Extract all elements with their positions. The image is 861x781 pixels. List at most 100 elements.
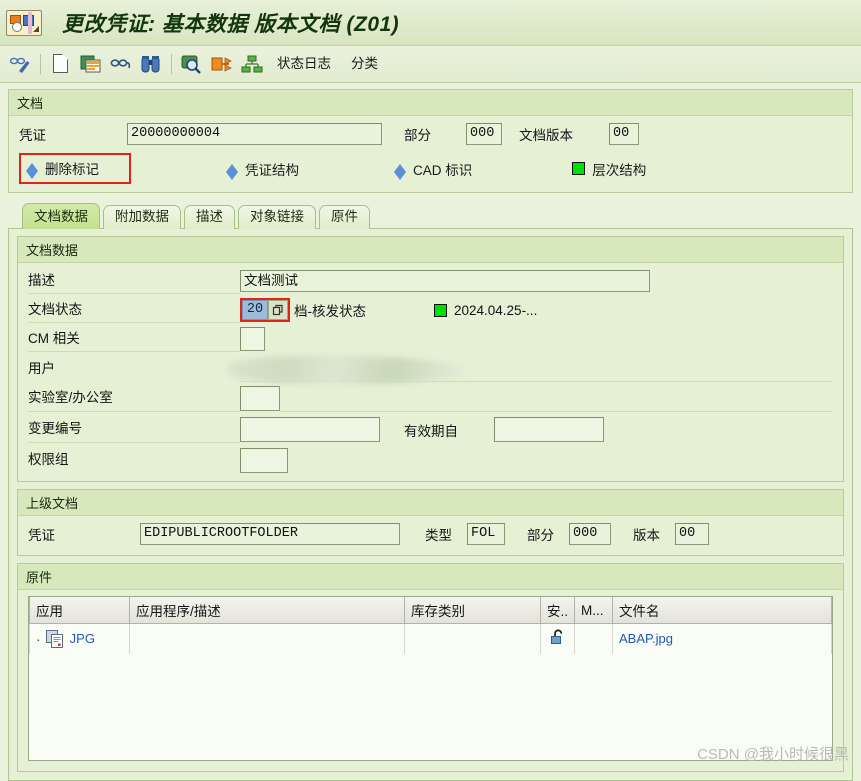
cm-relevant-checkbox[interactable] xyxy=(240,327,265,351)
hierarchy-icon[interactable] xyxy=(238,50,266,78)
parent-version-label: 版本 xyxy=(633,528,660,543)
cell-app-description[interactable] xyxy=(129,623,405,654)
parent-document-header: 上级文档 xyxy=(18,490,843,516)
cell-mode[interactable] xyxy=(574,623,614,654)
file-name-link[interactable]: ABAP.jpg xyxy=(619,631,673,646)
classification-button[interactable]: 分类 xyxy=(342,51,387,77)
status-log-button[interactable]: 状态日志 xyxy=(268,51,340,77)
document-structure-button[interactable]: 凭证结构 xyxy=(226,159,299,180)
part-label: 部分 xyxy=(404,128,431,143)
document-section: 文档 凭证 20000000004 部分 000 文档版本 00 删除标记 凭证… xyxy=(8,89,853,193)
column-header-security[interactable]: 安.. xyxy=(539,597,576,624)
parent-part-label: 部分 xyxy=(527,528,554,543)
parent-voucher-label: 凭证 xyxy=(28,528,55,543)
tab-additional-data[interactable]: 附加数据 xyxy=(103,205,181,229)
cell-app-label: JPG xyxy=(69,631,95,647)
valid-from-input[interactable] xyxy=(494,417,604,442)
voucher-label: 凭证 xyxy=(19,128,46,143)
column-header-file-name[interactable]: 文件名 xyxy=(612,597,832,624)
change-number-input[interactable] xyxy=(240,417,380,442)
lab-office-row: 实验室/办公室 xyxy=(28,385,833,412)
cm-relevant-label: CM 相关 xyxy=(28,326,240,352)
redacted-user-region xyxy=(228,356,463,384)
lab-office-input[interactable] xyxy=(240,386,280,411)
main-toolbar: 状态日志 分类 xyxy=(0,46,861,83)
tab-document-data-label: 文档数据 xyxy=(34,209,88,224)
document-action-buttons: 删除标记 凭证结构 CAD 标识 层次结构 xyxy=(19,153,842,184)
change-number-row: 变更编号 有效期自 xyxy=(28,416,833,443)
lab-office-filler xyxy=(280,385,833,412)
column-header-app[interactable]: 应用 xyxy=(29,597,130,624)
parent-voucher-input[interactable]: EDIPUBLICROOTFOLDER xyxy=(140,523,400,545)
document-status-input[interactable]: 20 xyxy=(242,300,268,320)
document-status-input-wrapper: 20 xyxy=(240,298,290,322)
lab-office-label: 实验室/办公室 xyxy=(28,385,240,412)
voucher-row: 凭证 20000000004 部分 000 文档版本 00 xyxy=(19,122,842,146)
page-icon[interactable] xyxy=(47,50,75,78)
part-input[interactable]: 000 xyxy=(466,123,502,145)
parent-voucher-row: 凭证 EDIPUBLICROOTFOLDER 类型 FOL 部分 000 版本 … xyxy=(28,522,833,546)
magnifier-screen-icon[interactable] xyxy=(178,50,206,78)
cell-security[interactable] xyxy=(539,623,576,654)
document-version-input[interactable]: 00 xyxy=(609,123,639,145)
tab-originals[interactable]: 原件 xyxy=(319,205,370,229)
watermark: CSDN @我小时候很黑 xyxy=(697,746,849,763)
glasses-pencil-icon[interactable] xyxy=(6,50,34,78)
status-valid-date: 2024.04.25-... xyxy=(454,302,538,318)
window-titlebar: 更改凭证: 基本数据 版本文档 (Z01) xyxy=(0,0,861,46)
binoculars-icon[interactable] xyxy=(137,50,165,78)
cad-indicator-button[interactable]: CAD 标识 xyxy=(394,159,472,180)
tab-bar: 文档数据 附加数据 描述 对象链接 原件 xyxy=(22,203,861,229)
page-title: 更改凭证: 基本数据 版本文档 (Z01) xyxy=(62,12,400,36)
column-header-storage-category[interactable]: 库存类别 xyxy=(404,597,541,624)
description-label: 描述 xyxy=(28,268,240,294)
tab-description-label: 描述 xyxy=(196,209,223,224)
document-section-header: 文档 xyxy=(9,90,852,116)
tab-content-panel: 文档数据 描述 文档测试 文档状态 20 档-核发状态 2024.04.25-.… xyxy=(8,228,853,781)
table-row[interactable]: · JPG ABAP.jpg xyxy=(29,623,832,654)
parent-type-label: 类型 xyxy=(425,528,452,543)
glasses-icon[interactable] xyxy=(107,50,135,78)
valid-from-label: 有效期自 xyxy=(404,423,458,439)
unlocked-padlock-icon xyxy=(550,629,566,649)
matchcode-button[interactable] xyxy=(268,300,288,320)
parent-part-input[interactable]: 000 xyxy=(569,523,611,545)
export-arrow-icon[interactable] xyxy=(208,50,236,78)
description-row: 描述 文档测试 xyxy=(28,268,833,294)
auth-group-row: 权限组 xyxy=(28,447,833,473)
cm-relevant-row: CM 相关 xyxy=(28,326,833,352)
toolbar-separator xyxy=(171,54,172,74)
parent-document-section: 上级文档 凭证 EDIPUBLICROOTFOLDER 类型 FOL 部分 00… xyxy=(17,489,844,556)
voucher-input[interactable]: 20000000004 xyxy=(127,123,382,145)
originals-header: 原件 xyxy=(18,564,843,590)
tab-originals-label: 原件 xyxy=(331,209,358,224)
green-square-icon xyxy=(572,162,586,175)
jpg-document-icon xyxy=(45,629,65,648)
document-status-text: 档-核发状态 xyxy=(294,304,366,319)
document-data-section: 文档数据 描述 文档测试 文档状态 20 档-核发状态 2024.04.25-.… xyxy=(17,236,844,482)
auth-group-label: 权限组 xyxy=(28,452,69,467)
column-header-app-description[interactable]: 应用程序/描述 xyxy=(129,597,405,624)
delete-flag-label: 删除标记 xyxy=(45,162,99,177)
cell-storage-category[interactable] xyxy=(404,623,541,654)
document-status-row: 文档状态 20 档-核发状态 2024.04.25-... xyxy=(28,297,833,323)
hierarchy-structure-button[interactable]: 层次结构 xyxy=(572,159,646,179)
hierarchy-structure-label: 层次结构 xyxy=(592,162,647,178)
description-input[interactable]: 文档测试 xyxy=(240,270,650,292)
parent-type-input[interactable]: FOL xyxy=(467,523,505,545)
originals-grid[interactable]: 应用 应用程序/描述 库存类别 安.. M... 文件名 · JPG ABAP.… xyxy=(28,596,833,761)
document-data-header: 文档数据 xyxy=(18,237,843,263)
auth-group-input[interactable] xyxy=(240,447,288,473)
tab-description[interactable]: 描述 xyxy=(184,205,235,229)
blue-diamond-icon xyxy=(226,163,238,180)
tab-object-links[interactable]: 对象链接 xyxy=(238,205,316,229)
delete-flag-button[interactable]: 删除标记 xyxy=(19,153,131,184)
document-version-label: 文档版本 xyxy=(519,128,573,143)
tree-bullet-icon: · xyxy=(36,630,41,647)
parent-version-input[interactable]: 00 xyxy=(675,523,709,545)
column-header-mode[interactable]: M... xyxy=(574,597,614,624)
copy-window-icon[interactable] xyxy=(77,50,105,78)
cell-app[interactable]: · JPG xyxy=(29,623,130,654)
tab-document-data[interactable]: 文档数据 xyxy=(22,203,100,229)
cell-file-name[interactable]: ABAP.jpg xyxy=(612,623,832,654)
